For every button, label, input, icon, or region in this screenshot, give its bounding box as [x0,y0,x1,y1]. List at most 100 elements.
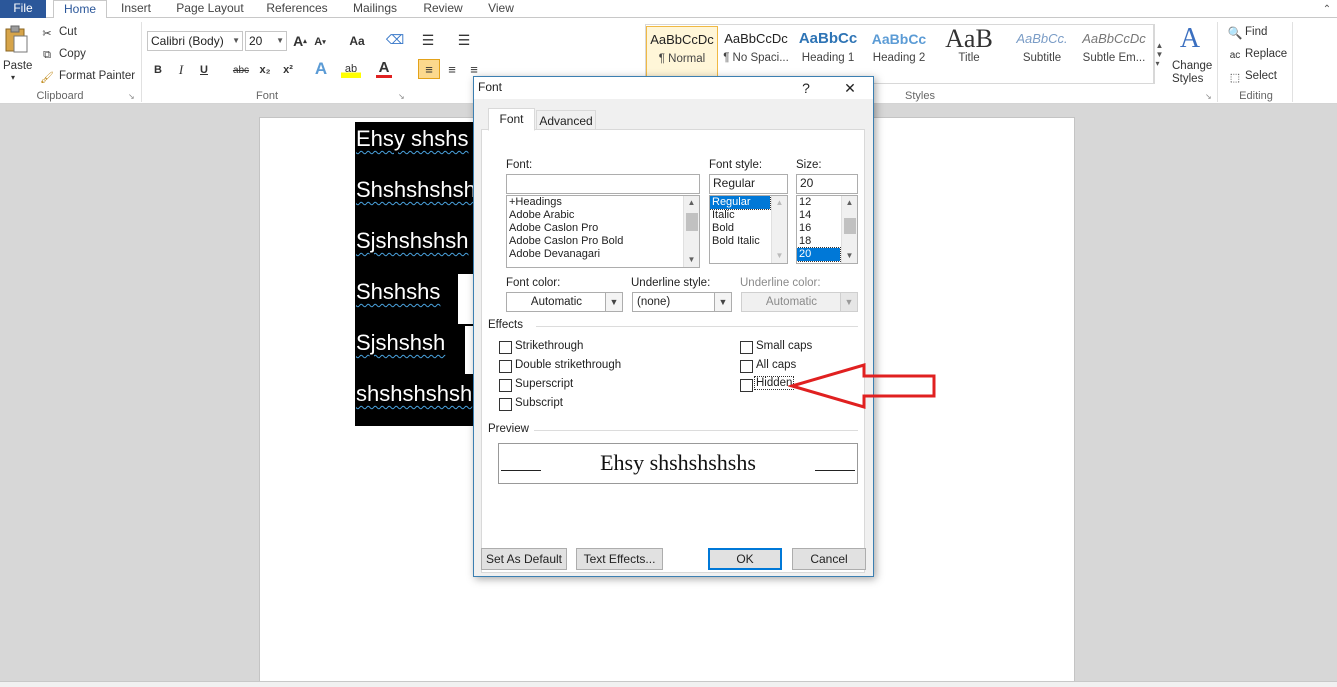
highlight-icon[interactable]: ab [341,60,361,78]
font-style-input[interactable]: Regular [709,174,788,194]
grow-font-icon[interactable]: A ▴ [292,32,308,50]
font-list-item[interactable]: Adobe Caslon Pro Bold [507,235,699,248]
clipboard-launcher-icon[interactable]: ↘ [128,92,135,101]
copy-icon[interactable]: ⧉ [40,48,54,62]
numbering-icon[interactable]: ☰ [454,32,474,48]
cancel-button[interactable]: Cancel [792,548,866,570]
text-effects-icon[interactable]: A [312,59,330,78]
styles-launcher-icon[interactable]: ↘ [1205,92,1212,101]
align-left-icon[interactable]: ≡ [418,59,440,79]
tab-insert[interactable]: Insert [112,0,160,18]
select-button[interactable]: Select [1245,70,1277,82]
format-painter-button[interactable]: Format Painter [59,70,135,82]
font-name-combo[interactable]: Calibri (Body) ▼ [147,31,243,51]
superscript-checkbox[interactable] [499,379,512,392]
scroll-up-icon[interactable]: ▲ [842,196,857,210]
document-line[interactable]: shshshshsh [356,381,472,407]
tab-font[interactable]: Font [488,108,535,131]
subscript-checkbox[interactable] [499,398,512,411]
tab-page-layout[interactable]: Page Layout [170,0,250,18]
style-normal[interactable]: AaBbCcDc ¶ Normal [646,26,718,78]
select-icon[interactable]: ⬚ [1228,70,1242,84]
font-list-item[interactable]: Adobe Arabic [507,209,699,222]
document-line[interactable]: Sjshshshsh [356,228,469,254]
document-line[interactable]: Sjshshsh [356,330,445,356]
close-icon[interactable]: ✕ [836,77,864,99]
size-list[interactable]: 12 14 16 18 20 ▲ ▼ [796,195,858,264]
scroll-down-icon[interactable]: ▼ [842,249,857,263]
font-style-scrollbar[interactable]: ▲ ▼ [771,196,787,263]
collapse-ribbon-icon[interactable]: ⌃ [1320,2,1334,16]
italic-button[interactable]: I [174,62,188,78]
strikethrough-checkbox[interactable] [499,341,512,354]
scroll-down-icon[interactable]: ▼ [684,253,699,267]
double-strikethrough-checkbox[interactable] [499,360,512,373]
small-caps-checkbox[interactable] [740,341,753,354]
scroll-up-icon[interactable]: ▲ [772,196,787,210]
double-strikethrough-label[interactable]: Double strikethrough [515,359,621,371]
find-button[interactable]: Find [1245,26,1267,38]
align-center-icon[interactable]: ≡ [443,60,461,78]
ok-button[interactable]: OK [708,548,782,570]
cut-icon[interactable]: ✂ [40,26,54,40]
bold-button[interactable]: B [151,62,165,78]
size-item[interactable]: 20 [797,247,841,262]
font-list-item[interactable]: Adobe Caslon Pro [507,222,699,235]
set-as-default-button[interactable]: Set As Default [481,548,567,570]
find-icon[interactable]: 🔍 [1228,26,1243,40]
text-effects-button[interactable]: Text Effects... [576,548,663,570]
underline-button[interactable]: U [197,62,211,78]
font-list[interactable]: +Headings Adobe Arabic Adobe Caslon Pro … [506,195,700,268]
change-case-icon[interactable]: Aa [344,33,370,49]
size-input[interactable]: 20 [796,174,858,194]
bullets-icon[interactable]: ☰ [418,32,438,48]
styles-scroll-icon[interactable]: ▲ ▼ ▾ [1153,24,1165,84]
font-input[interactable] [506,174,700,194]
font-list-item[interactable]: +Headings [507,196,699,209]
all-caps-checkbox[interactable] [740,360,753,373]
cut-button[interactable]: Cut [59,26,77,38]
superscript-button[interactable]: x² [279,62,297,78]
format-painter-icon[interactable]: 🖌 [40,70,54,84]
font-style-list[interactable]: Regular Italic Bold Bold Italic ▲ ▼ [709,195,788,264]
small-caps-label[interactable]: Small caps [756,340,812,352]
font-launcher-icon[interactable]: ↘ [398,92,405,101]
change-styles-label-1[interactable]: Change [1172,60,1212,72]
tab-view[interactable]: View [482,0,520,18]
tab-advanced[interactable]: Advanced [536,110,596,131]
font-list-scrollbar[interactable]: ▲ ▼ [683,196,699,267]
strikethrough-button[interactable]: abc [230,62,252,78]
paste-button[interactable]: Paste [3,60,32,72]
superscript-label[interactable]: Superscript [515,378,573,390]
change-styles-label-2[interactable]: Styles [1172,73,1203,85]
scroll-thumb[interactable] [844,218,856,234]
document-line[interactable]: Shshshshsh [356,177,476,203]
scroll-up-icon[interactable]: ▲ [684,196,699,210]
help-icon[interactable]: ? [792,77,820,99]
style-no-spacing[interactable]: AaBbCcDc ¶ No Spaci... [720,26,792,78]
scroll-thumb[interactable] [686,213,698,231]
style-subtle-emphasis[interactable]: AaBbCcDc Subtle Em... [1078,26,1150,78]
scroll-down-icon[interactable]: ▼ [772,249,787,263]
subscript-label[interactable]: Subscript [515,397,563,409]
change-styles-icon[interactable]: A [1174,23,1206,54]
font-color-select[interactable]: Automatic ▼ [506,292,623,312]
style-title[interactable]: AaB Title [933,26,1005,78]
tab-review[interactable]: Review [418,0,468,18]
underline-color-select[interactable]: Automatic ▼ [741,292,858,312]
font-size-combo[interactable]: 20 ▼ [245,31,287,51]
clear-formatting-icon[interactable]: ⌫ [386,31,404,49]
paste-icon[interactable] [3,24,29,54]
style-heading-2[interactable]: AaBbCc Heading 2 [863,26,935,78]
underline-style-select[interactable]: (none) ▼ [632,292,732,312]
tab-mailings[interactable]: Mailings [346,0,404,18]
document-line[interactable]: Ehsy shshs [356,126,469,152]
replace-icon[interactable]: ac [1228,48,1242,62]
subscript-button[interactable]: x₂ [256,62,274,78]
font-list-item[interactable]: Adobe Devanagari [507,248,699,261]
tab-home[interactable]: Home [53,0,107,19]
shrink-font-icon[interactable]: A ▾ [313,34,327,50]
font-color-icon[interactable]: A [376,59,392,78]
tab-file[interactable]: File [0,0,46,18]
font-style-item[interactable]: Regular [710,196,771,210]
